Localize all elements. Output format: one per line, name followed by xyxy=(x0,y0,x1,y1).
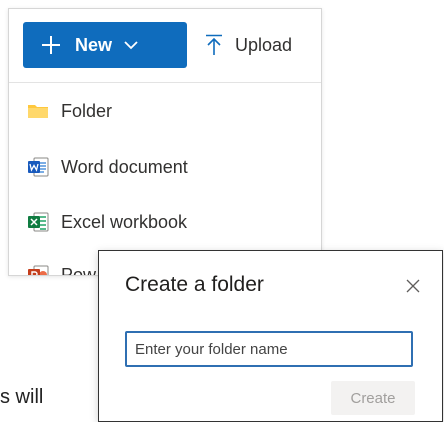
upload-button-label: Upload xyxy=(235,34,293,55)
plus-icon xyxy=(42,36,60,54)
folder-icon xyxy=(28,105,48,118)
word-icon xyxy=(28,157,49,177)
dialog-title: Create a folder xyxy=(125,273,264,296)
toolbar: New Upload xyxy=(9,9,321,83)
upload-button[interactable]: Upload xyxy=(205,22,292,68)
close-button[interactable] xyxy=(404,277,422,295)
menu-item-folder[interactable]: Folder xyxy=(9,85,321,137)
close-icon xyxy=(406,279,420,293)
background-text: s will xyxy=(0,386,44,408)
menu-item-word-document[interactable]: Word document xyxy=(9,141,321,193)
new-button-label: New xyxy=(75,34,113,55)
upload-arrow-icon xyxy=(206,34,222,55)
powerpoint-icon xyxy=(28,265,49,275)
excel-icon xyxy=(28,212,49,232)
new-button[interactable]: New xyxy=(23,22,187,68)
new-menu-panel: New Upload Folder Word document Excel wo… xyxy=(8,8,322,276)
chevron-down-icon xyxy=(124,40,138,49)
menu-item-label: Folder xyxy=(61,100,113,121)
menu-item-label: Pow xyxy=(61,264,97,276)
folder-name-input[interactable] xyxy=(125,331,413,367)
menu-item-label: Excel workbook xyxy=(61,211,188,232)
create-folder-dialog: Create a folder Create xyxy=(98,250,443,422)
menu-item-excel-workbook[interactable]: Excel workbook xyxy=(9,196,321,248)
menu-item-label: Word document xyxy=(61,156,188,177)
create-button[interactable]: Create xyxy=(331,381,415,415)
